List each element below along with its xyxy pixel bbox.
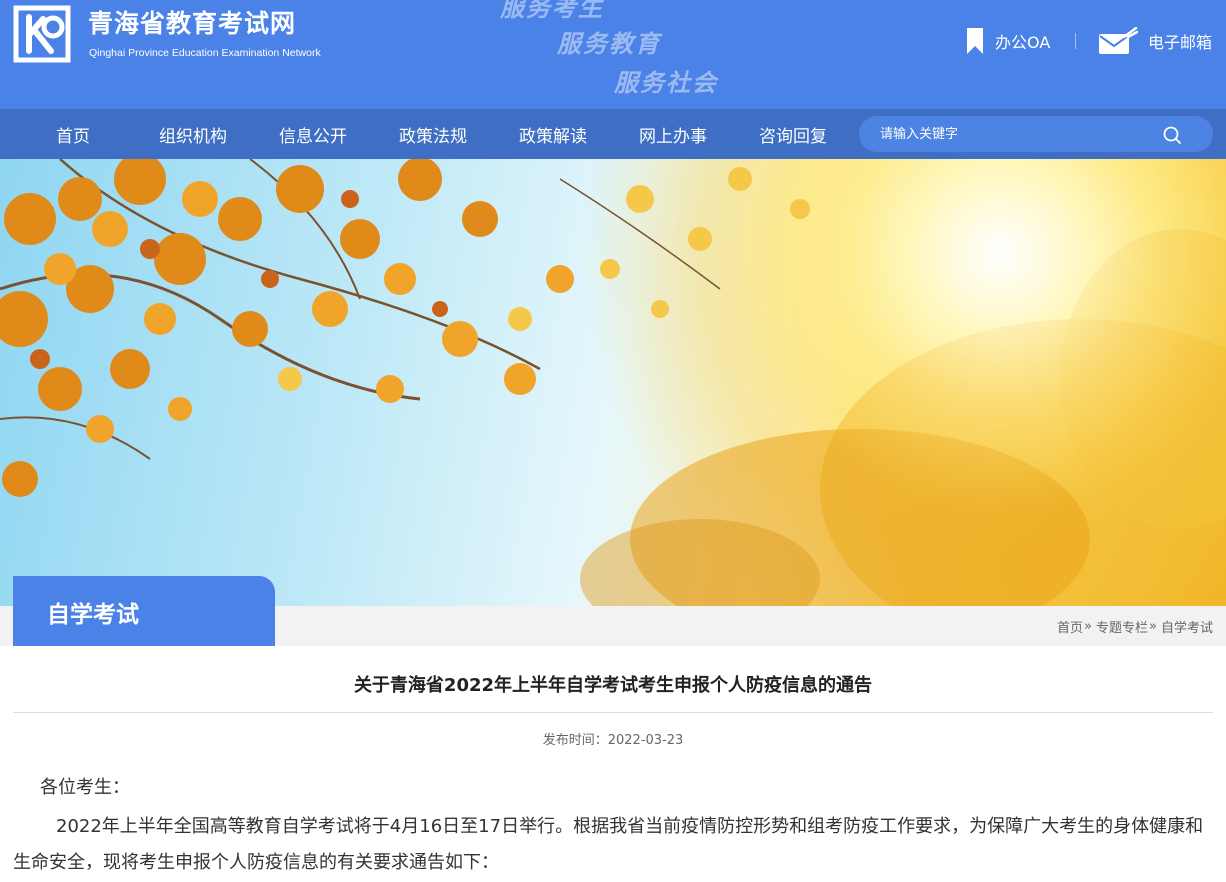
breadcrumb-home-link[interactable]: 首页 <box>1057 617 1083 636</box>
breadcrumb-self-study-exam-link[interactable]: 自学考试 <box>1161 617 1213 636</box>
search-input[interactable] <box>859 116 1160 152</box>
bookmark-icon <box>967 28 983 54</box>
breadcrumb: 首页 » 专题专栏 » 自学考试 <box>1057 606 1213 646</box>
site-subtitle: Qinghai Province Education Examination N… <box>89 47 321 59</box>
nav-item-home[interactable]: 首页 <box>13 109 133 159</box>
section-title-tab: 自学考试 <box>13 576 275 646</box>
nav-item-info-disclosure[interactable]: 信息公开 <box>253 109 373 159</box>
site-header: 青海省教育考试网 Qinghai Province Education Exam… <box>0 0 1226 109</box>
section-title: 自学考试 <box>47 602 139 628</box>
email-link[interactable]: 电子邮箱 <box>1098 26 1212 56</box>
breadcrumb-special-topics-link[interactable]: 专题专栏 <box>1096 617 1148 636</box>
slogan-text: 服务社会 <box>614 68 718 97</box>
nav-item-consultation-reply[interactable]: 咨询回复 <box>733 109 853 159</box>
search-icon[interactable] <box>1160 123 1184 147</box>
article-greeting: 各位考生： <box>40 777 130 798</box>
article-title: 关于青海省2022年上半年自学考试考生申报个人防疫信息的通告 <box>353 675 873 696</box>
email-label: 电子邮箱 <box>1148 33 1213 52</box>
office-oa-link[interactable]: 办公OA <box>965 26 1050 56</box>
breadcrumb-separator: » <box>1084 618 1092 634</box>
nav-item-policy-interpretation[interactable]: 政策解读 <box>493 109 613 159</box>
title-divider <box>13 712 1213 713</box>
breadcrumb-separator: » <box>1149 618 1157 634</box>
site-title[interactable]: 青海省教育考试网 <box>88 4 296 40</box>
autumn-leaves-illustration <box>0 159 1226 606</box>
office-oa-label: 办公OA <box>995 33 1051 52</box>
header-divider <box>1075 33 1076 49</box>
qhee-logo-icon[interactable] <box>13 5 71 63</box>
envelope-icon <box>1099 27 1138 54</box>
nav-item-online-services[interactable]: 网上办事 <box>613 109 733 159</box>
article-paragraph: 2022年上半年全国高等教育自学考试将于4月16日至17日举行。根据我省当前疫情… <box>13 816 1204 873</box>
slogan-text: 服务教育 <box>557 29 661 58</box>
nav-item-organization[interactable]: 组织机构 <box>133 109 253 159</box>
banner-image <box>0 159 1226 606</box>
nav-item-policies-regulations[interactable]: 政策法规 <box>373 109 493 159</box>
publish-time: 发布时间：2022-03-23 <box>542 733 684 748</box>
slogan-text: 服务考生 <box>500 0 604 22</box>
